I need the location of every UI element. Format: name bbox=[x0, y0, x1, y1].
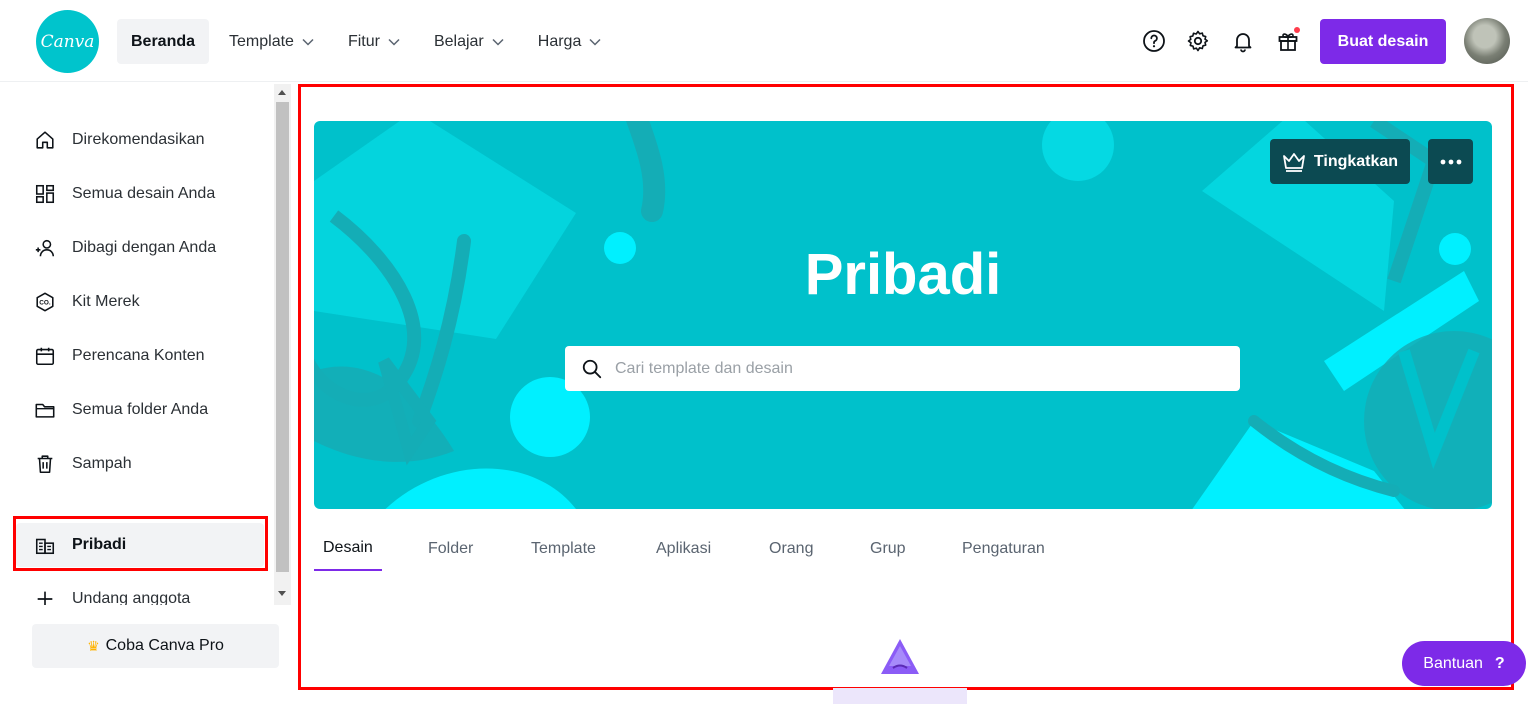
tab-folders[interactable]: Folder bbox=[419, 527, 482, 571]
nav-label: Harga bbox=[537, 32, 582, 50]
sidebar-item-label: Semua folder Anda bbox=[72, 401, 209, 418]
sidebar-scrollbar[interactable] bbox=[274, 84, 291, 605]
tab-label: Template bbox=[531, 540, 596, 557]
bell-icon bbox=[1234, 33, 1252, 53]
notifications-icon-button[interactable] bbox=[1223, 21, 1263, 61]
sidebar-item-label: Undang anggota bbox=[72, 590, 191, 605]
search-icon bbox=[582, 359, 602, 378]
sidebar-item-label: Sampah bbox=[72, 455, 132, 472]
team-building-icon bbox=[35, 538, 55, 555]
folder-icon bbox=[35, 403, 55, 418]
question-mark-icon: ? bbox=[1494, 654, 1505, 672]
main-nav: Beranda Template Fitur Belajar Harga bbox=[117, 19, 615, 64]
create-design-button[interactable]: Buat desain bbox=[1320, 19, 1446, 64]
chevron-down-icon bbox=[589, 38, 601, 46]
nav-label: Belajar bbox=[433, 32, 484, 50]
chevron-down-icon bbox=[492, 38, 504, 46]
empty-state-illustration bbox=[833, 639, 967, 704]
tab-label: Orang bbox=[769, 540, 814, 557]
tab-label: Folder bbox=[428, 540, 474, 557]
scroll-down-arrow-icon[interactable] bbox=[278, 591, 286, 596]
sidebar-item-trash[interactable]: Sampah bbox=[16, 442, 264, 486]
more-options-button[interactable] bbox=[1428, 139, 1473, 184]
sidebar-list: Direkomendasikan Semua desain Anda Dibag… bbox=[0, 82, 272, 605]
sidebar-item-shared[interactable]: Dibagi dengan Anda bbox=[16, 226, 264, 270]
sidebar-item-label: Pribadi bbox=[72, 536, 127, 553]
crown-icon bbox=[1283, 152, 1305, 172]
sidebar-item-label: Direkomendasikan bbox=[72, 131, 205, 148]
help-icon-button[interactable] bbox=[1134, 21, 1174, 61]
nav-label: Beranda bbox=[131, 32, 196, 50]
nav-beranda[interactable]: Beranda bbox=[117, 19, 210, 64]
sidebar-footer: ♛ Coba Canva Pro bbox=[0, 605, 292, 704]
sidebar-item-recommended[interactable]: Direkomendasikan bbox=[16, 118, 264, 162]
users-icon bbox=[35, 239, 55, 257]
tab-people[interactable]: Orang bbox=[760, 527, 822, 571]
crown-icon: ♛ bbox=[87, 637, 100, 654]
tab-templates[interactable]: Template bbox=[522, 527, 605, 571]
grid-icon bbox=[35, 184, 55, 204]
tab-groups[interactable]: Grup bbox=[861, 527, 915, 571]
top-bar: Canva Beranda Template Fitur Belajar Har… bbox=[0, 0, 1528, 82]
nav-label: Template bbox=[229, 32, 294, 50]
logo-text: Canva bbox=[40, 31, 95, 52]
upgrade-button-label: Tingkatkan bbox=[1313, 152, 1399, 170]
sidebar-item-all-designs[interactable]: Semua desain Anda bbox=[16, 172, 264, 216]
main-content: Pribadi Tingkatkan Desain Folder Templat… bbox=[298, 84, 1514, 690]
sidebar-item-label: Kit Merek bbox=[72, 293, 140, 310]
sidebar-item-label: Dibagi dengan Anda bbox=[72, 239, 217, 256]
team-hero-banner: Pribadi Tingkatkan bbox=[314, 121, 1492, 509]
sidebar-item-all-folders[interactable]: Semua folder Anda bbox=[16, 388, 264, 432]
nav-fitur[interactable]: Fitur bbox=[334, 19, 414, 64]
more-horizontal-icon bbox=[1440, 159, 1461, 164]
gift-icon-button[interactable] bbox=[1268, 21, 1308, 61]
try-canva-pro-button[interactable]: ♛ Coba Canva Pro bbox=[32, 624, 279, 668]
sidebar-item-brand-kit[interactable]: CO. Kit Merek bbox=[16, 280, 264, 324]
help-button-label: Bantuan bbox=[1423, 654, 1483, 672]
tab-designs[interactable]: Desain bbox=[314, 527, 382, 571]
pro-button-label: Coba Canva Pro bbox=[105, 637, 224, 654]
settings-icon-button[interactable] bbox=[1178, 21, 1218, 61]
sidebar-item-content-planner[interactable]: Perencana Konten bbox=[16, 334, 264, 378]
nav-belajar[interactable]: Belajar bbox=[420, 19, 518, 64]
sidebar-item-label: Perencana Konten bbox=[72, 347, 205, 364]
home-icon bbox=[36, 131, 54, 149]
tab-settings[interactable]: Pengaturan bbox=[953, 527, 1054, 571]
chevron-down-icon bbox=[302, 38, 314, 46]
tab-apps[interactable]: Aplikasi bbox=[647, 527, 720, 571]
canva-logo[interactable]: Canva bbox=[36, 10, 99, 73]
help-button[interactable]: Bantuan ? bbox=[1402, 641, 1526, 686]
tab-label: Aplikasi bbox=[656, 540, 712, 557]
nav-label: Fitur bbox=[347, 32, 380, 50]
sidebar-item-label: Semua desain Anda bbox=[72, 185, 216, 202]
plus-icon bbox=[37, 591, 53, 605]
svg-text:CO.: CO. bbox=[39, 299, 51, 306]
sidebar-item-personal[interactable]: Pribadi bbox=[16, 523, 264, 567]
calendar-icon bbox=[35, 347, 55, 366]
notification-dot bbox=[1294, 27, 1300, 33]
tab-label: Desain bbox=[323, 539, 373, 556]
search-input[interactable] bbox=[615, 359, 1215, 378]
avatar[interactable] bbox=[1464, 18, 1510, 64]
nav-harga[interactable]: Harga bbox=[524, 19, 616, 64]
sidebar-item-invite-members[interactable]: Undang anggota bbox=[16, 577, 264, 605]
scrollbar-thumb[interactable] bbox=[276, 102, 289, 572]
upgrade-button[interactable]: Tingkatkan bbox=[1270, 139, 1410, 184]
tab-label: Pengaturan bbox=[962, 540, 1045, 557]
settings-icon bbox=[1187, 30, 1209, 52]
nav-template[interactable]: Template bbox=[215, 19, 328, 64]
team-title: Pribadi bbox=[804, 242, 1002, 307]
tab-label: Grup bbox=[870, 540, 906, 557]
scroll-up-arrow-icon[interactable] bbox=[278, 90, 286, 95]
template-search-field[interactable] bbox=[565, 346, 1240, 391]
brand-kit-icon: CO. bbox=[36, 292, 54, 312]
sidebar: Direkomendasikan Semua desain Anda Dibag… bbox=[0, 82, 292, 704]
trash-icon bbox=[37, 455, 53, 474]
chevron-down-icon bbox=[388, 38, 400, 46]
help-icon bbox=[1143, 30, 1165, 52]
